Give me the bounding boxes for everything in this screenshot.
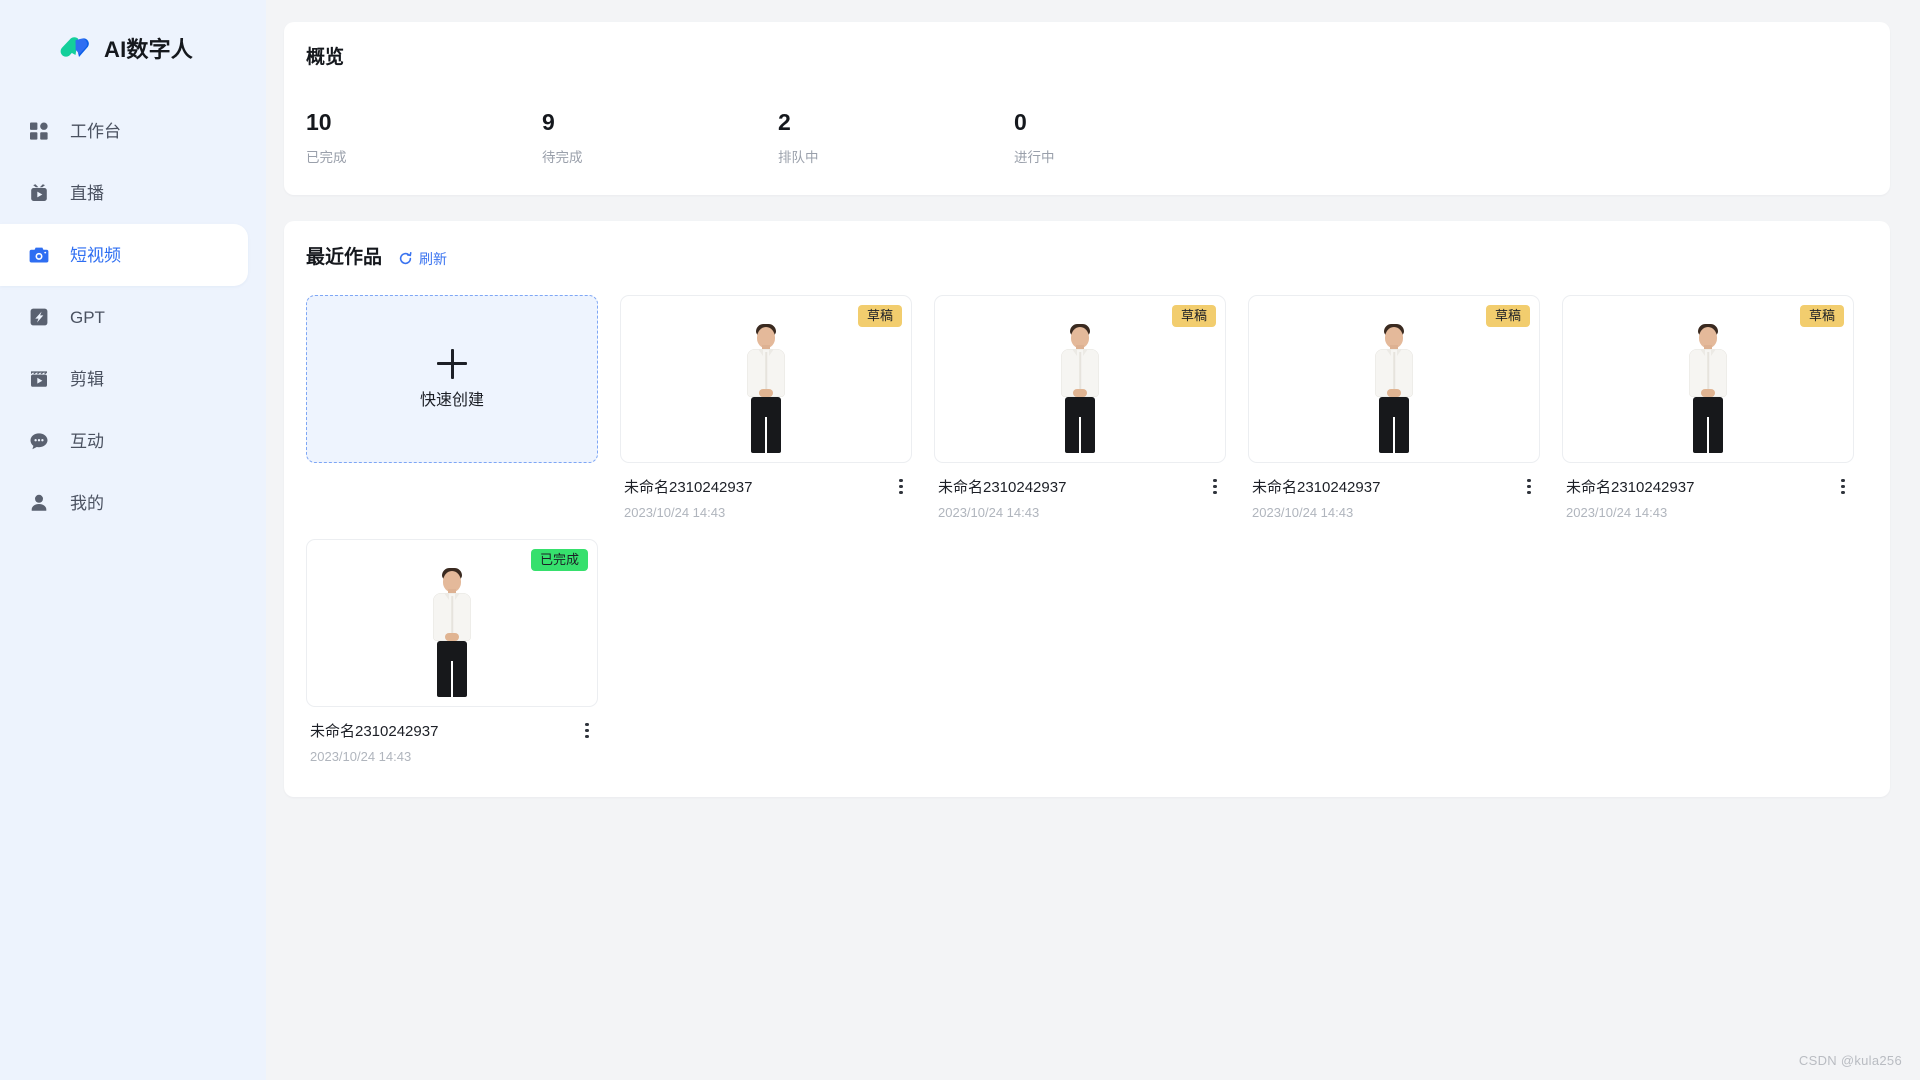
work-timestamp: 2023/10/24 14:43 [1566,504,1668,520]
work-timestamp: 2023/10/24 14:43 [310,748,412,764]
sidebar-item-label: 直播 [70,183,104,203]
stat-pending: 9 待完成 [542,111,778,165]
section-title: 最近作品 [306,247,383,268]
work-card[interactable]: 草稿 未命名2310242937 2023/10/24 14:43 [620,294,912,520]
work-title: 未命名2310242937 [1566,478,1695,496]
work-thumbnail[interactable]: 草稿 [1562,294,1854,463]
avatar-figure-icon [1057,321,1103,453]
stat-value: 9 [542,109,555,135]
sparkle-box-icon [28,306,50,328]
page-title: 概览 [306,47,345,68]
more-vertical-icon[interactable] [1834,477,1852,497]
work-meta: 未命名2310242937 [1248,463,1540,497]
refresh-button[interactable]: 刷新 [398,249,447,269]
status-badge: 草稿 [1485,304,1530,328]
work-meta: 未命名2310242937 [620,463,912,497]
stat-label: 进行中 [1014,150,1055,165]
brand-logo-icon [58,33,93,68]
recent-works-panel: 最近作品 刷新 快速创建 草稿 未命名2310242937 2023/10/24… [284,220,1890,797]
work-timestamp: 2023/10/24 14:43 [938,504,1040,520]
work-meta: 未命名2310242937 [306,707,598,741]
status-badge: 已完成 [530,548,588,572]
brand[interactable]: AI数字人 [0,0,266,78]
watermark: CSDN @kula256 [1798,1053,1902,1068]
work-thumbnail[interactable]: 草稿 [934,294,1226,463]
sidebar-item-workbench[interactable]: 工作台 [0,100,248,162]
quick-create-label: 快速创建 [419,391,484,409]
stats-row: 10 已完成 9 待完成 2 排队中 0 进行中 [284,67,1890,165]
sidebar-item-label: 剪辑 [70,369,104,389]
status-badge: 草稿 [1171,304,1216,328]
app-root: AI数字人 工作台 直播 短视频 GPT 剪辑 互动 我的 概览 10 已完成 … [0,0,1920,1080]
sidebar: AI数字人 工作台 直播 短视频 GPT 剪辑 互动 我的 [0,0,266,1080]
quick-create-card[interactable]: 快速创建 [306,294,598,463]
plus-icon [437,348,467,379]
overview-panel: 概览 10 已完成 9 待完成 2 排队中 0 进行中 [284,22,1890,195]
sidebar-item-mine[interactable]: 我的 [0,472,248,534]
avatar-figure-icon [429,565,475,697]
works-grid: 快速创建 草稿 未命名2310242937 2023/10/24 14:43 草… [284,269,1890,763]
work-card[interactable]: 草稿 未命名2310242937 2023/10/24 14:43 [1562,294,1854,520]
stat-label: 待完成 [542,150,583,165]
sidebar-item-label: 工作台 [70,121,121,141]
work-title: 未命名2310242937 [624,478,753,496]
more-vertical-icon[interactable] [1520,477,1538,497]
sidebar-item-label: 我的 [70,493,104,513]
sidebar-item-interaction[interactable]: 互动 [0,410,248,472]
main-content: 概览 10 已完成 9 待完成 2 排队中 0 进行中 最近作品 刷新 快速创建… [266,0,1920,1080]
more-vertical-icon[interactable] [578,721,596,741]
work-meta: 未命名2310242937 [934,463,1226,497]
sidebar-item-edit[interactable]: 剪辑 [0,348,248,410]
user-icon [28,492,50,514]
work-title: 未命名2310242937 [310,722,439,740]
stat-value: 2 [778,109,791,135]
work-title: 未命名2310242937 [1252,478,1381,496]
status-badge: 草稿 [857,304,902,328]
avatar-figure-icon [743,321,789,453]
clapperboard-icon [28,368,50,390]
sidebar-item-label: GPT [70,307,105,327]
stat-value: 10 [306,109,332,135]
grid-icon [28,120,50,142]
refresh-icon [398,251,413,266]
stat-in-progress: 0 进行中 [1014,111,1250,165]
recent-works-header: 最近作品 刷新 [284,247,1890,269]
work-timestamp: 2023/10/24 14:43 [624,504,726,520]
chat-bubble-icon [28,430,50,452]
work-timestamp: 2023/10/24 14:43 [1252,504,1354,520]
avatar-figure-icon [1685,321,1731,453]
work-title: 未命名2310242937 [938,478,1067,496]
stat-completed: 10 已完成 [306,111,542,165]
status-badge: 草稿 [1799,304,1844,328]
work-thumbnail[interactable]: 已完成 [306,538,598,707]
stat-queued: 2 排队中 [778,111,1014,165]
stat-value: 0 [1014,109,1027,135]
work-meta: 未命名2310242937 [1562,463,1854,497]
stat-label: 排队中 [778,150,819,165]
more-vertical-icon[interactable] [1206,477,1224,497]
refresh-label: 刷新 [419,250,448,267]
work-thumbnail[interactable]: 草稿 [1248,294,1540,463]
camera-icon [28,244,50,266]
sidebar-item-label: 短视频 [70,245,121,265]
work-card[interactable]: 草稿 未命名2310242937 2023/10/24 14:43 [934,294,1226,520]
sidebar-item-short-video[interactable]: 短视频 [0,224,248,286]
sidebar-item-live[interactable]: 直播 [0,162,248,224]
work-thumbnail[interactable]: 草稿 [620,294,912,463]
brand-name: AI数字人 [104,37,194,62]
more-vertical-icon[interactable] [892,477,910,497]
stat-label: 已完成 [306,150,347,165]
avatar-figure-icon [1371,321,1417,453]
tv-play-icon [28,182,50,204]
work-card[interactable]: 已完成 未命名2310242937 2023/10/24 14:43 [306,538,598,764]
work-card[interactable]: 草稿 未命名2310242937 2023/10/24 14:43 [1248,294,1540,520]
sidebar-item-gpt[interactable]: GPT [0,286,248,348]
sidebar-nav: 工作台 直播 短视频 GPT 剪辑 互动 我的 [0,100,266,534]
sidebar-item-label: 互动 [70,431,104,451]
